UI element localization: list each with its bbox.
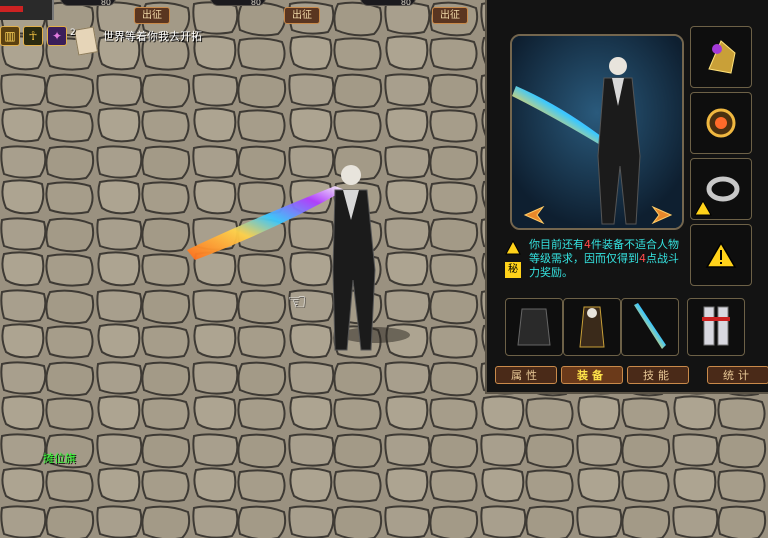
tab-equipment[interactable]: 装备 — [561, 366, 623, 384]
notice-icon: 秘 — [505, 239, 521, 278]
hp-bar — [0, 0, 54, 20]
tab-attributes[interactable]: 属性 — [495, 366, 557, 384]
game-scene[interactable]: 80 80 80 出征 出征 出征 ▥ ☥ ✦ 2 世界等着你我去开拓 ☜ 摊位… — [0, 0, 768, 538]
equip-slot-boots[interactable] — [687, 298, 745, 356]
player-character[interactable] — [185, 160, 435, 360]
amulet-icon — [706, 108, 736, 138]
player-character-sprite — [187, 165, 410, 351]
equip-slot-armor[interactable] — [505, 298, 563, 356]
status-text: 世界等着你我去开拓 — [103, 30, 202, 43]
sword-icon — [634, 303, 666, 349]
ankh-buff-icon[interactable]: ☥ — [23, 26, 43, 46]
tab-statistics[interactable]: 统计 — [707, 366, 768, 384]
equipment-notice: 你目前还有4件装备不适合人物等级需求，因而仅得到4点战斗力奖励。 — [529, 238, 679, 280]
notice-warning-icon — [505, 239, 521, 255]
armor-icon — [517, 308, 551, 346]
party-slot-1-level[interactable]: 80 — [60, 0, 116, 7]
warning-icon — [705, 241, 737, 268]
helmet-icon — [708, 40, 736, 74]
sortie-button-1[interactable]: 出征 — [134, 7, 170, 24]
scroll-buff-icon[interactable]: 2 — [70, 26, 99, 56]
character-preview-sprite — [512, 36, 682, 228]
belt-icon — [579, 306, 605, 348]
rotate-right-button[interactable] — [649, 206, 673, 224]
notice-badge: 秘 — [505, 262, 521, 278]
equip-slot-bracelet[interactable] — [690, 158, 752, 220]
sortie-button-3[interactable]: 出征 — [432, 7, 468, 24]
party-slot-3-level[interactable]: 80 — [360, 0, 416, 7]
rotate-left-button[interactable] — [523, 206, 547, 224]
equip-slot-helmet[interactable] — [690, 26, 752, 88]
notice-points: 4 — [639, 252, 646, 265]
party-slot-2-level[interactable]: 80 — [210, 0, 266, 7]
equip-slot-belt[interactable] — [563, 298, 621, 356]
stall-flag-label[interactable]: 摊位旗 — [43, 450, 76, 466]
equipment-panel: 秘 你目前还有4件装备不适合人物等级需求，因而仅得到4点战斗力奖励。 属性 装备… — [485, 0, 768, 394]
character-preview — [510, 34, 684, 230]
guild-buff-icon[interactable]: ▥ — [0, 26, 20, 46]
magic-buff-icon[interactable]: ✦ — [47, 26, 67, 46]
tab-skills[interactable]: 技能 — [627, 366, 689, 384]
notice-count: 4 — [584, 238, 591, 251]
equip-slot-empty-warning[interactable] — [690, 224, 752, 286]
boots-icon — [702, 306, 730, 346]
sortie-button-2[interactable]: 出征 — [284, 7, 320, 24]
bracelet-icon — [694, 176, 740, 216]
buff-count: 2 — [70, 28, 76, 38]
hp-bar-fill — [0, 6, 24, 12]
equip-slot-amulet[interactable] — [690, 92, 752, 154]
hand-cursor-icon: ☜ — [287, 290, 307, 315]
equip-slot-weapon[interactable] — [621, 298, 679, 356]
notice-text-part1: 你目前还有 — [529, 238, 584, 251]
